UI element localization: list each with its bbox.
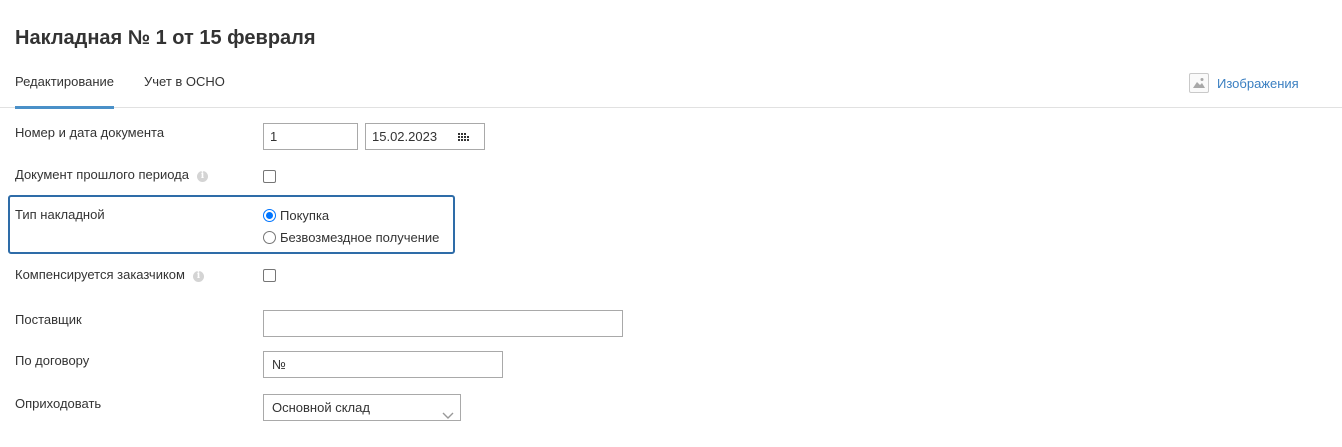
radio-free-receipt[interactable]: Безвозмездное получение (263, 230, 439, 245)
radio-purchase[interactable]: Покупка (263, 208, 329, 223)
doc-date-input[interactable]: 15.02.2023 (365, 123, 485, 150)
prior-period-checkbox[interactable] (263, 170, 276, 183)
tab-bar: Редактирование Учет в ОСНО Изображения (0, 64, 1342, 109)
page-title: Накладная № 1 от 15 февраля (15, 27, 316, 49)
doc-number-label: Номер и дата документа (15, 125, 165, 140)
tab-editing[interactable]: Редактирование (15, 74, 115, 109)
supplier-input[interactable] (263, 310, 623, 337)
info-icon[interactable]: i (197, 171, 208, 182)
contract-input[interactable]: № (263, 351, 503, 378)
chevron-down-icon (442, 403, 454, 428)
radio-purchase-control[interactable] (263, 209, 276, 222)
calendar-icon[interactable] (458, 133, 469, 141)
images-link[interactable]: Изображения (1189, 73, 1299, 93)
tab-osno-accounting[interactable]: Учет в ОСНО (144, 74, 225, 89)
prior-period-label: Документ прошлого периода i (15, 167, 208, 182)
contract-label: По договору (15, 353, 90, 368)
images-link-label: Изображения (1217, 75, 1299, 91)
image-icon (1189, 73, 1209, 93)
radio-free-receipt-control[interactable] (263, 231, 276, 244)
invoice-type-focus-frame (8, 195, 455, 254)
doc-number-input[interactable]: 1 (263, 123, 358, 150)
radio-purchase-label: Покупка (280, 208, 330, 223)
customer-compensated-label: Компенсируется заказчиком i (15, 267, 204, 282)
stock-in-select[interactable]: Основной склад (263, 394, 461, 421)
customer-compensated-label-text: Компенсируется заказчиком (15, 267, 185, 282)
customer-compensated-checkbox[interactable] (263, 269, 276, 282)
radio-free-receipt-label: Безвозмездное получение (280, 230, 440, 245)
stock-in-label: Оприходовать (15, 396, 102, 411)
invoice-type-label: Тип накладной (15, 207, 105, 222)
stock-in-selected-value: Основной склад (272, 400, 370, 415)
supplier-label: Поставщик (15, 312, 82, 327)
info-icon[interactable]: i (192, 271, 204, 282)
prior-period-label-text: Документ прошлого периода (15, 167, 189, 182)
doc-date-value: 15.02.2023 (372, 129, 438, 144)
